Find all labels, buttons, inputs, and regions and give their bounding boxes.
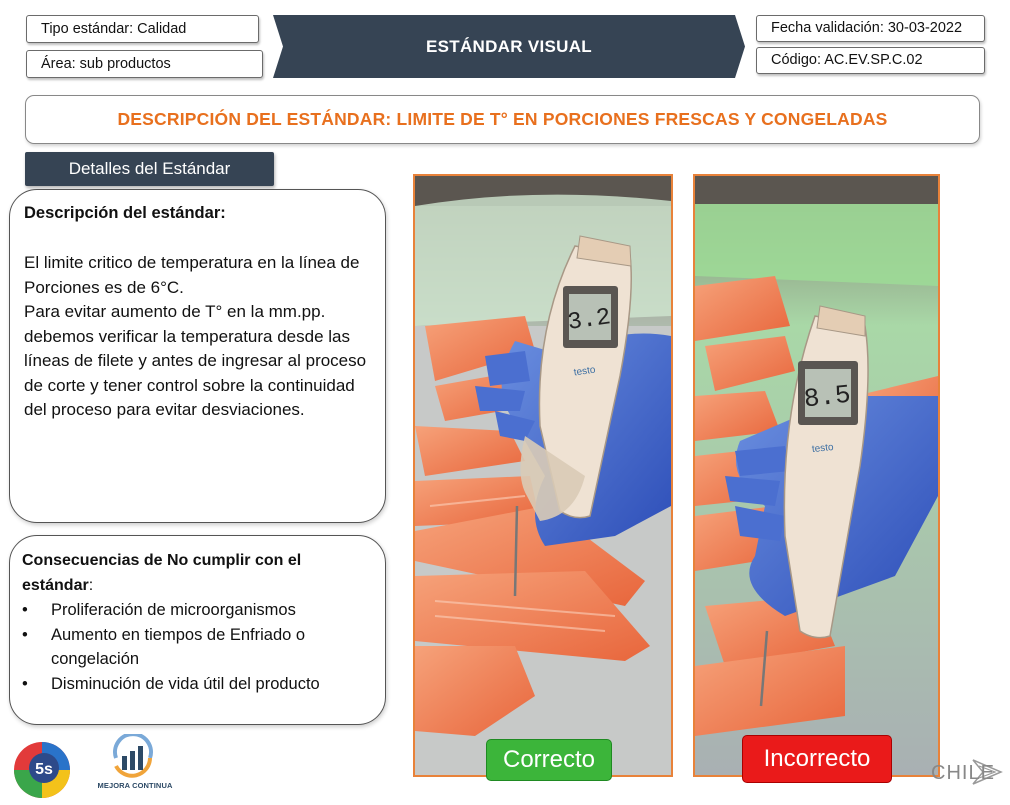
standard-description-title: DESCRIPCIÓN DEL ESTÁNDAR: LIMITE DE T° E…	[25, 95, 980, 144]
correct-label: Correcto	[486, 739, 612, 781]
standard-type-text: Tipo estándar: Calidad	[41, 20, 187, 37]
standard-type-field: Tipo estándar: Calidad	[26, 15, 259, 43]
code-field: Código: AC.EV.SP.C.02	[756, 47, 985, 74]
continuous-improvement-logo	[88, 732, 178, 800]
list-item: Disminución de vida útil del producto	[22, 672, 373, 697]
validation-date-field: Fecha validación: 30-03-2022	[756, 15, 985, 42]
visual-standard-banner: ESTÁNDAR VISUAL	[273, 15, 745, 78]
validation-date-text: Fecha validación: 30-03-2022	[771, 20, 963, 37]
incorrect-thermometer-brand: testo	[811, 442, 834, 455]
list-item: Aumento en tiempos de Enfriado o congela…	[22, 623, 373, 672]
description-body: El limite critico de temperatura en la l…	[24, 253, 367, 419]
five-s-logo: 5s	[8, 738, 78, 800]
banner-title: ESTÁNDAR VISUAL	[425, 36, 592, 56]
five-s-text: 5s	[35, 761, 53, 778]
incorrect-thermometer-reading: 8.5	[802, 380, 852, 415]
consequences-list: Proliferación de microorganismos Aumento…	[22, 598, 373, 696]
incorrect-label: Incorrecto	[742, 735, 892, 783]
consequences-heading-text: Consecuencias de No cumplir con el están…	[22, 552, 302, 594]
standard-details-tab: Detalles del Estándar	[25, 152, 274, 186]
consequences-heading: Consecuencias de No cumplir con el están…	[22, 548, 373, 598]
consequences-heading-colon: :	[88, 577, 94, 594]
incorrect-example-photo: 8.5 testo	[693, 174, 940, 777]
continuous-improvement-label: MEJORA CONTINUA	[97, 781, 173, 790]
chile-logo-text: CHILE	[931, 762, 995, 784]
description-heading: Descripción del estándar:	[24, 204, 226, 222]
list-item: Proliferación de microorganismos	[22, 598, 373, 623]
area-text: Área: sub productos	[41, 55, 171, 72]
correct-example-photo: 3.2 testo	[413, 174, 673, 777]
code-text: Código: AC.EV.SP.C.02	[771, 52, 923, 69]
consequences-panel: Consecuencias de No cumplir con el están…	[9, 535, 386, 725]
area-field: Área: sub productos	[26, 50, 263, 78]
description-panel: Descripción del estándar: El limite crit…	[9, 189, 386, 523]
